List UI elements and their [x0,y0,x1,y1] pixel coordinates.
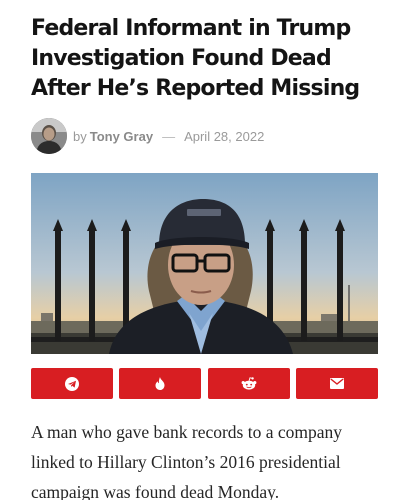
telegram-icon [65,376,79,391]
share-reddit-button[interactable] [207,368,290,399]
article-byline: by Tony Gray — April 28, 2022 [31,117,378,155]
author-avatar[interactable] [31,118,67,154]
article-headline: Federal Informant in Trump Investigation… [31,16,360,101]
article-hero-image [31,173,378,354]
publish-date: April 28, 2022 [184,128,265,144]
share-telegram-button[interactable] [31,368,113,399]
tinder-flame-icon [155,377,165,390]
share-tinder-button[interactable] [119,368,202,399]
article-lead-paragraph: A man who gave bank records to a company… [31,422,343,500]
byline-prefix: by [73,128,87,144]
share-email-button[interactable] [295,368,378,399]
share-buttons-row [31,368,378,399]
author-name-link[interactable]: Tony Gray [90,129,153,144]
email-icon [329,378,344,389]
reddit-icon [241,377,257,390]
byline-separator: — [162,128,176,144]
article-page: Federal Informant in Trump Investigation… [0,0,409,500]
